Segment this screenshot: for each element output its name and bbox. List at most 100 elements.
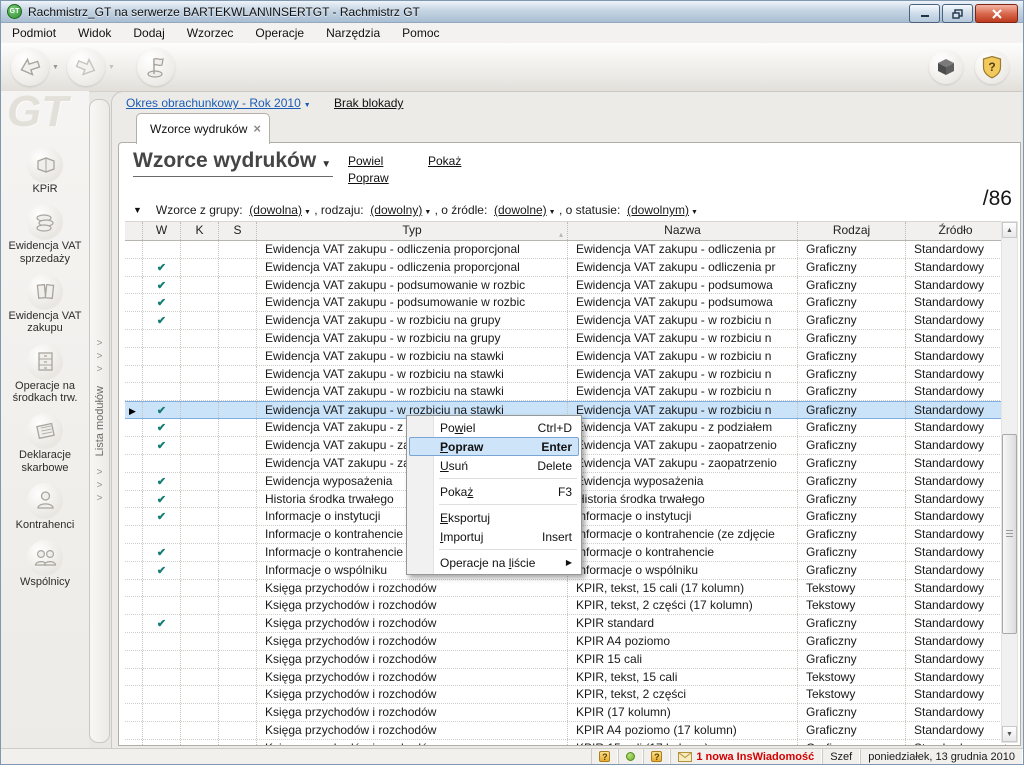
column-header-s[interactable]: S (219, 222, 257, 240)
module-panel-strip[interactable]: > > > Lista modułów > > > (89, 99, 110, 743)
table-row[interactable]: Księga przychodów i rozchodówKPIR, tekst… (125, 597, 1006, 615)
chevron-down-icon[interactable]: ▼ (52, 64, 59, 71)
check-icon: ✔ (157, 297, 166, 309)
accounting-period-link[interactable]: Okres obrachunkowy - Rok 2010▼ (126, 96, 311, 110)
column-header-k[interactable]: K (181, 222, 219, 240)
context-menu-item-eksportuj[interactable]: Eksportuj (409, 508, 579, 527)
filter-dropdown-dowolne[interactable]: (dowolne)▼ (494, 203, 556, 217)
chevron-right-icon: > (97, 479, 103, 492)
context-menu-item-usuń[interactable]: UsuńDelete (409, 456, 579, 475)
table-row[interactable]: Ewidencja VAT zakupu - w rozbiciu na sta… (125, 348, 1006, 366)
sidebar-item-kpir[interactable]: KPiR (2, 147, 88, 195)
filter-dropdown-dowolnym[interactable]: (dowolnym)▼ (627, 203, 698, 217)
lock-status-link[interactable]: Brak blokady (334, 96, 403, 110)
send-arrow-icon[interactable] (67, 48, 105, 86)
scrollbar-thumb[interactable] (1002, 434, 1017, 634)
scroll-down-icon[interactable]: ▼ (1002, 726, 1017, 742)
table-header[interactable]: WKSTyp▴NazwaRodzajŹródło (125, 221, 1006, 241)
table-row[interactable]: ✔Ewidencja VAT zakupu - podsumowanie w r… (125, 277, 1006, 295)
mail-icon (678, 752, 692, 762)
person-icon (27, 483, 63, 519)
filter-label: , rodzaju: (311, 203, 370, 217)
context-menu-item-pokaż[interactable]: PokażF3 (409, 482, 579, 501)
column-header-w[interactable]: W (143, 222, 181, 240)
minimize-button[interactable] (909, 4, 940, 23)
context-menu-item-popraw[interactable]: PoprawEnter (409, 437, 579, 456)
close-button[interactable] (975, 4, 1018, 23)
filter-dropdown-dowolny[interactable]: (dowolny)▼ (370, 203, 431, 217)
table-row[interactable]: Księga przychodów i rozchodówKPIR, tekst… (125, 686, 1006, 704)
status-help-segment-2[interactable]: ? (643, 749, 670, 764)
help-shield-icon[interactable]: ? (975, 50, 1009, 84)
menu-item-dodaj[interactable]: Dodaj (122, 24, 175, 42)
filter-dropdown-dowolna[interactable]: (dowolna)▼ (249, 203, 311, 217)
flag-icon[interactable] (137, 48, 175, 86)
menu-item-podmiot[interactable]: Podmiot (1, 24, 67, 42)
menu-item-wzorzec[interactable]: Wzorzec (176, 24, 245, 42)
table-row[interactable]: Księga przychodów i rozchodówKPIR 15 cal… (125, 651, 1006, 669)
menu-item-pomoc[interactable]: Pomoc (391, 24, 450, 42)
table-row[interactable]: Księga przychodów i rozchodówKPIR A4 poz… (125, 633, 1006, 651)
cell: Ewidencja VAT zakupu - odliczenia propor… (257, 241, 568, 258)
help-icon[interactable]: ? (599, 751, 610, 762)
help-icon[interactable]: ? (651, 751, 662, 762)
cell: KPIR 15 cali (17 kolumn) (568, 740, 798, 745)
table-row[interactable]: Ewidencja VAT zakupu - w rozbiciu na sta… (125, 366, 1006, 384)
table-row[interactable]: Księga przychodów i rozchodówKPIR, tekst… (125, 669, 1006, 687)
powiel-link[interactable]: Powiel (348, 154, 383, 168)
sidebar-item-ewidencja-vat-sprzeda-y[interactable]: Ewidencja VAT sprzedaży (2, 204, 88, 265)
page-title[interactable]: Wzorce wydruków▼ (133, 149, 333, 177)
table-row[interactable]: Księga przychodów i rozchodówKPIR 15 cal… (125, 740, 1006, 745)
restore-button[interactable] (942, 4, 973, 23)
column-header-nazwa[interactable]: Nazwa (568, 222, 798, 240)
sidebar-item-label: Operacje na środkach trw. (2, 380, 88, 405)
table-row[interactable]: ✔Ewidencja VAT zakupu - odliczenia propo… (125, 259, 1006, 277)
cube-icon[interactable] (929, 50, 963, 84)
table-row[interactable]: ✔Księga przychodów i rozchodówKPIR stand… (125, 615, 1006, 633)
context-menu-item-operacje-na-liście[interactable]: Operacje na liście▶ (409, 553, 579, 572)
titlebar[interactable]: GT Rachmistrz_GT na serwerze BARTEKWLAN\… (1, 1, 1023, 23)
new-message-label[interactable]: 1 nowa InsWiadomość (696, 751, 814, 763)
tab-wzorce-wydrukow[interactable]: Wzorce wydruków × (136, 113, 270, 144)
cell: Graficzny (798, 651, 906, 668)
sidebar-item-deklaracje-skarbowe[interactable]: Deklaracje skarbowe (2, 413, 88, 474)
cell: Standardowy (906, 366, 1006, 383)
menu-item-widok[interactable]: Widok (67, 24, 122, 42)
context-menu-item-powiel[interactable]: PowielCtrl+D (409, 418, 579, 437)
popraw-link[interactable]: Popraw (348, 171, 389, 185)
context-menu-item-importuj[interactable]: ImportujInsert (409, 527, 579, 546)
table-row[interactable]: Księga przychodów i rozchodówKPIR (17 ko… (125, 704, 1006, 722)
table-row[interactable]: ✔Ewidencja VAT zakupu - podsumowanie w r… (125, 294, 1006, 312)
menu-item-operacje[interactable]: Operacje (244, 24, 315, 42)
table-row[interactable]: Ewidencja VAT zakupu - w rozbiciu na gru… (125, 330, 1006, 348)
cell: Księga przychodów i rozchodów (257, 740, 568, 745)
table-row[interactable]: Ewidencja VAT zakupu - w rozbiciu na sta… (125, 383, 1006, 401)
table-row[interactable]: Ewidencja VAT zakupu - odliczenia propor… (125, 241, 1006, 259)
status-mail-segment[interactable]: 1 nowa InsWiadomość (670, 749, 822, 764)
status-help-segment[interactable]: ? (591, 749, 618, 764)
nav-arrow-icon[interactable] (11, 48, 49, 86)
table-row[interactable]: Księga przychodów i rozchodówKPIR, tekst… (125, 580, 1006, 598)
coins-icon (27, 204, 63, 240)
scroll-up-icon[interactable]: ▲ (1002, 222, 1017, 238)
menubar: PodmiotWidokDodajWzorzecOperacjeNarzędzi… (1, 23, 1023, 44)
menu-item-narzędzia[interactable]: Narzędzia (315, 24, 391, 42)
vertical-scrollbar[interactable]: ▲ ▼ (1001, 221, 1018, 743)
column-header-typ[interactable]: Typ▴ (257, 222, 568, 240)
table-row[interactable]: ✔Ewidencja VAT zakupu - w rozbiciu na gr… (125, 312, 1006, 330)
ledger-icon (27, 274, 63, 310)
sidebar-item-kontrahenci[interactable]: Kontrahenci (2, 483, 88, 531)
pokaz-link[interactable]: Pokaż (428, 154, 461, 168)
column-header-źródło[interactable]: Źródło (906, 222, 1006, 240)
sidebar-item-wsp-lnicy[interactable]: Wspólnicy (2, 540, 88, 588)
column-header-rodzaj[interactable]: Rodzaj (798, 222, 906, 240)
sidebar-item-operacje-na-rodkach-trw-[interactable]: Operacje na środkach trw. (2, 344, 88, 405)
sidebar-item-ewidencja-vat-zakupu[interactable]: Ewidencja VAT zakupu (2, 274, 88, 335)
cell: KPIR, tekst, 15 cali (568, 669, 798, 686)
table-row[interactable]: Księga przychodów i rozchodówKPIR A4 poz… (125, 722, 1006, 740)
close-icon[interactable]: × (253, 124, 261, 134)
column-header-marker[interactable] (125, 222, 143, 240)
content-panel: Wzorce wydruków▼ Powiel Popraw Pokaż ▼ W… (118, 142, 1021, 746)
cell: Ewidencja VAT zakupu - w rozbiciu n (568, 348, 798, 365)
filter-collapse-icon[interactable]: ▼ (133, 205, 142, 215)
